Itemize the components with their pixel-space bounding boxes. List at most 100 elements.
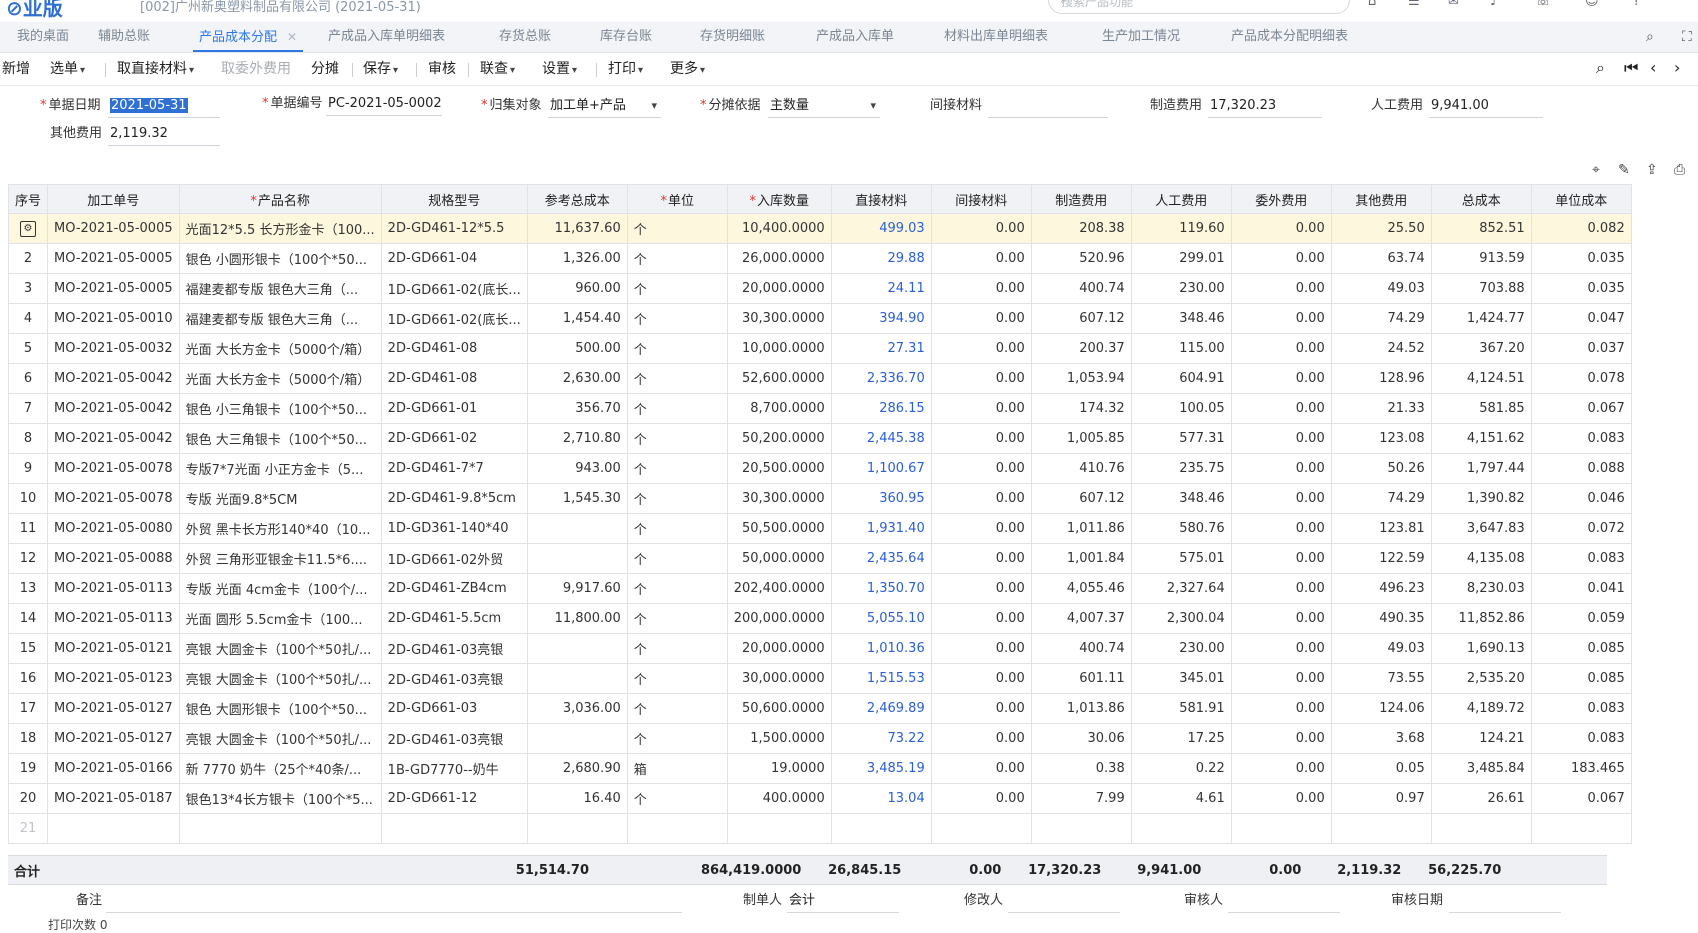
- cell-total-cost[interactable]: 1,690.13: [1430, 633, 1532, 664]
- col-header[interactable]: 参考总成本: [526, 184, 628, 214]
- cell-total-cost[interactable]: 581.85: [1430, 393, 1532, 424]
- cell-total-cost[interactable]: 3,647.83: [1430, 513, 1532, 544]
- cell-labor-cost[interactable]: 577.31: [1130, 423, 1232, 454]
- close-tab-icon[interactable]: ✕: [287, 30, 297, 44]
- cell-product-name[interactable]: 银色 小圆形银卡（100个*50...: [178, 243, 382, 274]
- cell-labor-cost[interactable]: 100.05: [1130, 393, 1232, 424]
- cell-outsource-cost[interactable]: 0.00: [1230, 753, 1332, 784]
- cell-unit[interactable]: 个: [626, 213, 728, 244]
- search-icon[interactable]: ⌕: [1061, 0, 1337, 6]
- cell-product-name[interactable]: 银色 大圆形银卡（100个*50...: [178, 693, 382, 724]
- cell-ref-cost[interactable]: 2,710.80: [526, 423, 628, 454]
- cell-spec[interactable]: 2D-GD661-12: [380, 783, 528, 814]
- row-settings-icon[interactable]: ⚙: [20, 221, 36, 237]
- cell-total-cost[interactable]: 1,390.82: [1430, 483, 1532, 514]
- location-icon[interactable]: ⌖: [1592, 162, 1600, 178]
- cell-ref-cost[interactable]: [526, 723, 628, 754]
- cell-labor-cost[interactable]: 230.00: [1130, 633, 1232, 664]
- cell-mfg-cost[interactable]: 601.11: [1030, 663, 1132, 694]
- cell-mfg-cost[interactable]: 1,011.86: [1030, 513, 1132, 544]
- cell-direct-material[interactable]: 286.15: [830, 393, 932, 424]
- cell-product-name[interactable]: 亮银 大圆金卡（100个*50扎/...: [178, 663, 382, 694]
- avatar-icon[interactable]: ☺: [1585, 0, 1599, 9]
- cell-total-cost[interactable]: 4,124.51: [1430, 363, 1532, 394]
- cell-order-no[interactable]: MO-2021-05-0127: [47, 693, 180, 724]
- cell-other-cost[interactable]: 0.05: [1330, 753, 1432, 784]
- cell-mfg-cost[interactable]: 7.99: [1030, 783, 1132, 814]
- cell-unit-cost[interactable]: 0.041: [1530, 573, 1632, 604]
- cell-other-cost[interactable]: 63.74: [1330, 243, 1432, 274]
- cell-unit[interactable]: 个: [626, 363, 728, 394]
- cell-unit-cost[interactable]: 0.037: [1530, 333, 1632, 364]
- cell-total-cost[interactable]: 1,424.77: [1430, 303, 1532, 334]
- user-icon[interactable]: ⌃: [1675, 0, 1689, 9]
- cell-unit-cost[interactable]: 0.083: [1530, 693, 1632, 724]
- cell-labor-cost[interactable]: 348.46: [1130, 303, 1232, 334]
- cell-unit[interactable]: 个: [626, 393, 728, 424]
- cell-spec[interactable]: 2D-GD461-9.8*5cm: [380, 483, 528, 514]
- cell-other-cost[interactable]: 0.97: [1330, 783, 1432, 814]
- tab-inventory-detail[interactable]: 存货明细账: [700, 22, 765, 52]
- cell-labor-cost[interactable]: 348.46: [1130, 483, 1232, 514]
- cell-other-cost[interactable]: 24.52: [1330, 333, 1432, 364]
- cell-direct-material[interactable]: 2,336.70: [830, 363, 932, 394]
- cell-ref-cost[interactable]: 500.00: [526, 333, 628, 364]
- cell-outsource-cost[interactable]: 0.00: [1230, 573, 1332, 604]
- cell-other-cost[interactable]: 21.33: [1330, 393, 1432, 424]
- cell-unit-cost[interactable]: 0.085: [1530, 663, 1632, 694]
- cell-other-cost[interactable]: 25.50: [1330, 213, 1432, 244]
- cell-other-cost[interactable]: 128.96: [1330, 363, 1432, 394]
- cell-product-name[interactable]: 光面 大长方金卡（5000个/箱）: [178, 363, 382, 394]
- cell-qty[interactable]: 10,400.0000: [726, 213, 832, 244]
- cell-indirect-material[interactable]: 0.00: [930, 243, 1032, 274]
- cell-unit[interactable]: 个: [626, 333, 728, 364]
- cell-order-no[interactable]: MO-2021-05-0187: [47, 783, 180, 814]
- cell-order-no[interactable]: MO-2021-05-0005: [47, 273, 180, 304]
- search-box[interactable]: 搜索产品功能 ⌕: [1048, 0, 1350, 14]
- print-button[interactable]: 打印 ▾: [608, 53, 643, 85]
- cell-unit[interactable]: 个: [626, 573, 728, 604]
- cell-indirect-material[interactable]: 0.00: [930, 513, 1032, 544]
- other-cost-input[interactable]: 2,119.32: [108, 121, 220, 146]
- cell-total-cost[interactable]: 11,852.86: [1430, 603, 1532, 634]
- cell-product-name[interactable]: 专版7*7光面 小正方金卡（5...: [178, 453, 382, 484]
- cell-labor-cost[interactable]: 2,327.64: [1130, 573, 1232, 604]
- more-button[interactable]: 更多 ▾: [670, 53, 705, 85]
- tab-my-desktop[interactable]: 我的桌面: [17, 22, 69, 52]
- cell-mfg-cost[interactable]: 208.38: [1030, 213, 1132, 244]
- table-row[interactable]: 8 MO-2021-05-0042 银色 大三角银卡（100个*50... 2D-GD…: [7, 423, 1632, 454]
- collect-object-select[interactable]: 加工单+产品 ▾: [548, 93, 661, 118]
- locate-icon[interactable]: ⌕: [1596, 58, 1605, 78]
- table-row[interactable]: 19 MO-2021-05-0166 新 7770 奶牛（25个*40条/... 1B…: [7, 753, 1632, 784]
- cell-product-name[interactable]: 光面 圆形 5.5cm金卡（100...: [178, 603, 382, 634]
- cell-outsource-cost[interactable]: 0.00: [1230, 543, 1332, 574]
- tab-product-inbound[interactable]: 产成品入库单: [816, 22, 894, 52]
- cell-other-cost[interactable]: 124.06: [1330, 693, 1432, 724]
- col-header[interactable]: 加工单号: [47, 184, 180, 214]
- cell-ref-cost[interactable]: 960.00: [526, 273, 628, 304]
- cell-direct-material[interactable]: 2,445.38: [830, 423, 932, 454]
- cell-labor-cost[interactable]: 0.22: [1130, 753, 1232, 784]
- cell-spec[interactable]: 1D-GD661-02外贸: [380, 543, 528, 574]
- phone-icon[interactable]: ☏: [1535, 0, 1551, 9]
- col-header[interactable]: *产品名称: [178, 184, 382, 214]
- cell-outsource-cost[interactable]: 0.00: [1230, 483, 1332, 514]
- table-row[interactable]: 20 MO-2021-05-0187 银色13*4长方银卡（100个*5... 2D-…: [7, 783, 1632, 814]
- cell-ref-cost[interactable]: 3,036.00: [526, 693, 628, 724]
- cell-spec[interactable]: 1B-GD7770--奶牛: [380, 753, 528, 784]
- cell-unit-cost[interactable]: 0.083: [1530, 543, 1632, 574]
- cell-spec[interactable]: 2D-GD461-12*5.5: [380, 213, 528, 244]
- cell-direct-material[interactable]: 499.03: [830, 213, 932, 244]
- cell-qty[interactable]: 50,600.0000: [726, 693, 832, 724]
- cell-outsource-cost[interactable]: 0.00: [1230, 453, 1332, 484]
- table-row[interactable]: 16 MO-2021-05-0123 亮银 大圆金卡（100个*50扎/... 2D-…: [7, 663, 1632, 694]
- edit-columns-icon[interactable]: ✎: [1618, 162, 1630, 178]
- cell-total-cost[interactable]: 26.61: [1430, 783, 1532, 814]
- date-input[interactable]: 2021-05-31: [108, 93, 220, 118]
- cell-spec[interactable]: 2D-GD461-08: [380, 333, 528, 364]
- cell-product-name[interactable]: 外贸 三角形亚银金卡11.5*6....: [178, 543, 382, 574]
- cell-qty[interactable]: 1,500.0000: [726, 723, 832, 754]
- cell-spec[interactable]: 2D-GD461-03亮银: [380, 663, 528, 694]
- cell-product-name[interactable]: 光面12*5.5 长方形金卡（100...: [178, 213, 382, 244]
- cell-labor-cost[interactable]: 581.91: [1130, 693, 1232, 724]
